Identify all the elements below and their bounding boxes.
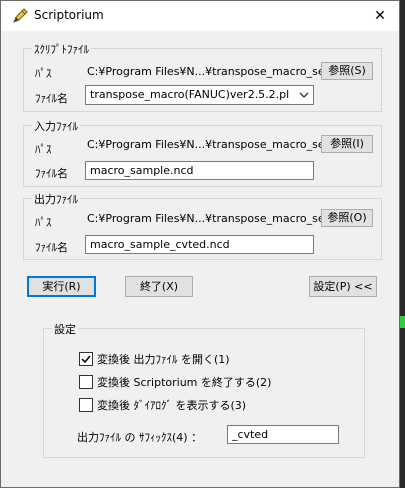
output-file-legend: 出力ﾌｧｲﾙ (32, 191, 80, 207)
output-path-value: C:¥Program Files¥N...¥transpose_macro_se… (87, 212, 336, 225)
input-filename-label: ﾌｧｲﾙ名 (35, 167, 68, 180)
output-filename-field[interactable]: macro_sample_cvted.ncd (85, 235, 314, 254)
script-filename-value: transpose_macro(FANUC)ver2.5.2.pl (90, 88, 290, 101)
checkbox-checked[interactable] (79, 352, 93, 366)
script-filename-combo[interactable]: transpose_macro(FANUC)ver2.5.2.pl (85, 85, 314, 105)
option-label: 変換後 出力ﾌｧｲﾙ を開く(1) (97, 353, 230, 366)
option-show-dialog[interactable]: 変換後 ﾀﾞｲｱﾛｸﾞ を表示する(3) (79, 397, 246, 413)
input-filename-field[interactable]: macro_sample.ncd (85, 161, 314, 180)
suffix-field[interactable]: _cvted (227, 425, 339, 444)
input-path-label: ﾊﾟｽ (35, 143, 52, 156)
script-file-legend: ｽｸﾘﾌﾟﾄﾌｧｲﾙ (32, 41, 91, 57)
option-label: 変換後 Scriptorium を終了する(2) (97, 376, 272, 389)
exit-button[interactable]: 終了(X) (125, 276, 193, 297)
option-exit-scriptorium[interactable]: 変換後 Scriptorium を終了する(2) (79, 374, 271, 390)
input-browse-button[interactable]: 参照(I) (321, 135, 373, 153)
run-button[interactable]: 実行(R) (27, 276, 96, 297)
settings-toggle-button[interactable]: 設定(P) << (309, 276, 377, 297)
script-path-label: ﾊﾟｽ (35, 67, 52, 80)
title-bar[interactable]: Scriptorium ✕ (1, 1, 399, 31)
output-browse-button[interactable]: 参照(O) (321, 209, 373, 227)
window-title: Scriptorium (34, 8, 104, 22)
checkmark-icon (81, 355, 91, 364)
checkbox[interactable] (79, 398, 93, 412)
scriptorium-window: Scriptorium ✕ ｽｸﾘﾌﾟﾄﾌｧｲﾙ ﾊﾟｽ C:¥Program … (0, 0, 400, 488)
settings-legend: 設定 (52, 321, 78, 337)
output-filename-label: ﾌｧｲﾙ名 (35, 241, 68, 254)
input-path-value: C:¥Program Files¥N...¥transpose_macro_se… (87, 138, 336, 151)
input-file-legend: 入力ﾌｧｲﾙ (32, 118, 80, 134)
script-filename-label: ﾌｧｲﾙ名 (35, 92, 68, 105)
option-open-output[interactable]: 変換後 出力ﾌｧｲﾙ を開く(1) (79, 351, 230, 367)
pen-icon (13, 8, 28, 23)
chevron-down-icon (299, 92, 309, 98)
suffix-label: 出力ﾌｧｲﾙ の ｻﾌｨｯｸｽ(4) ： (77, 431, 203, 444)
option-label: 変換後 ﾀﾞｲｱﾛｸﾞ を表示する(3) (97, 399, 247, 412)
script-path-value: C:¥Program Files¥N...¥transpose_macro_se… (87, 65, 336, 78)
script-browse-button[interactable]: 参照(S) (321, 62, 373, 80)
background-edge-strip (400, 316, 405, 328)
checkbox[interactable] (79, 375, 93, 389)
output-path-label: ﾊﾟｽ (35, 216, 52, 229)
close-icon[interactable]: ✕ (361, 1, 399, 31)
